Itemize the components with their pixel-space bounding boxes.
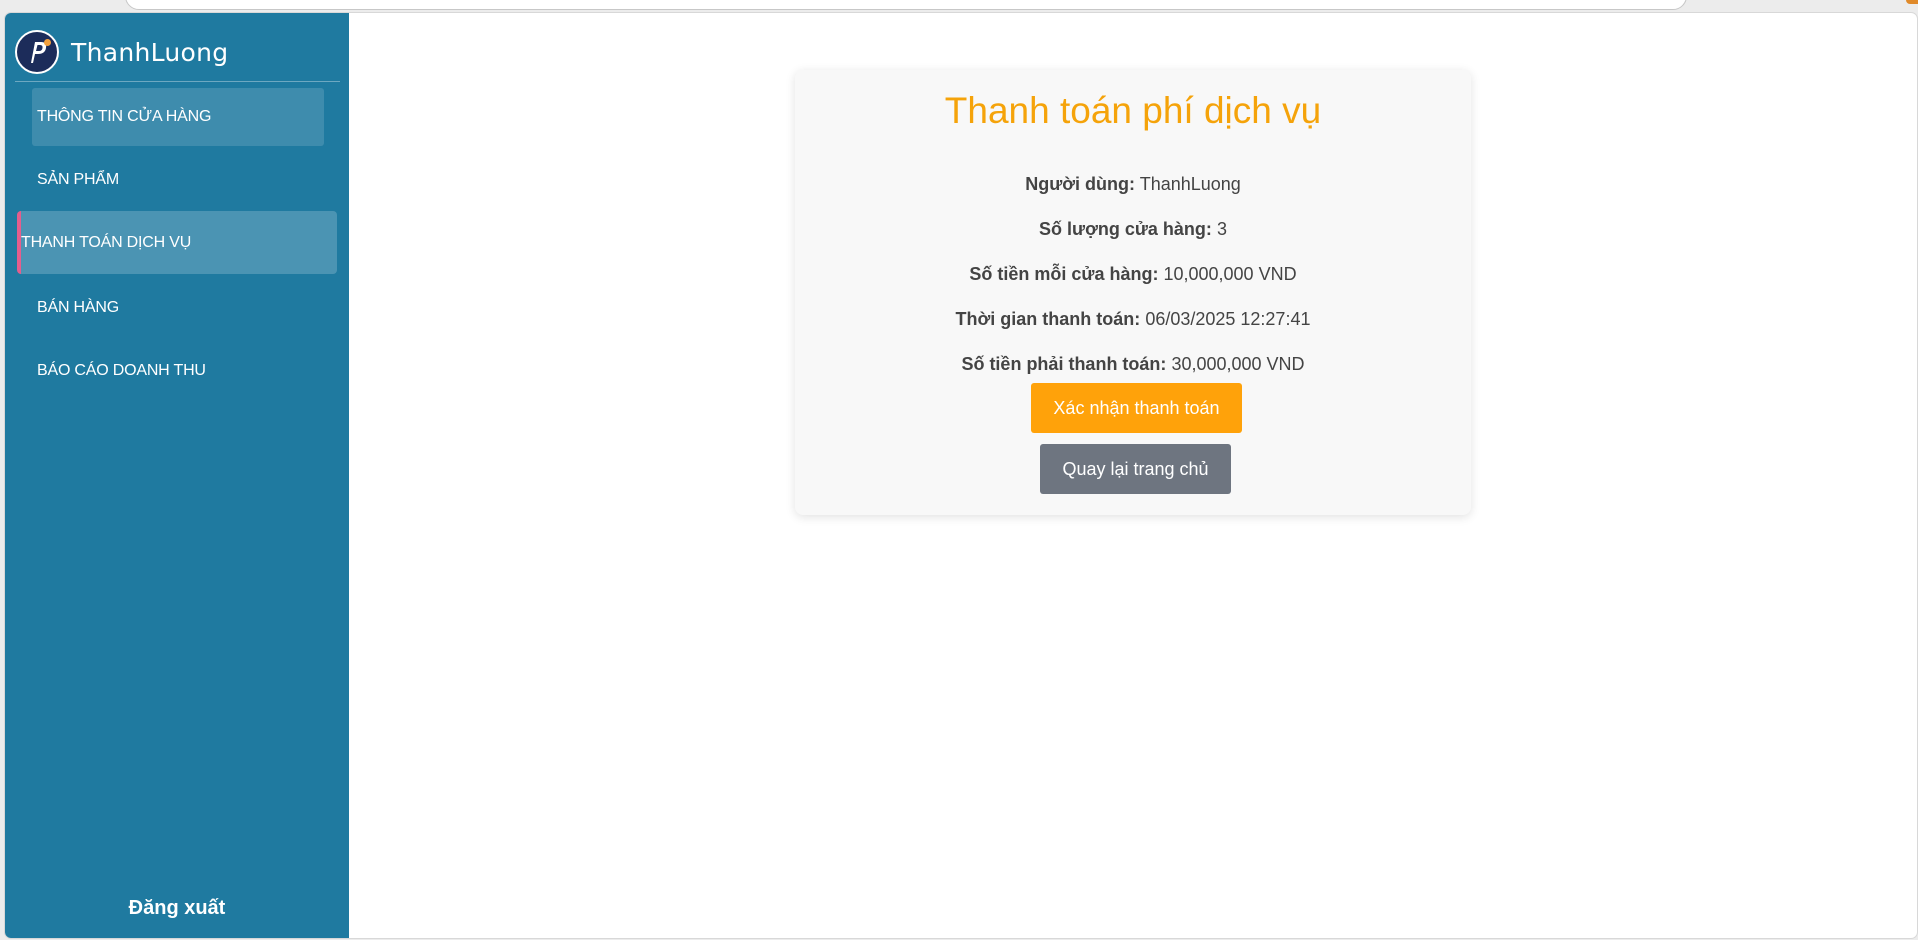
sidebar-item-store-info[interactable]: THÔNG TIN CỬA HÀNG (32, 88, 324, 146)
logout-link[interactable]: Đăng xuất (5, 897, 349, 920)
info-value: 3 (1216, 219, 1227, 239)
page-title: Thanh toán phí dịch vụ (944, 90, 1322, 131)
sidebar-item-service-payment[interactable]: THANH TOÁN DỊCH VỤ (17, 211, 337, 274)
app-window: ThanhLuong THÔNG TIN CỬA HÀNG SẢN PHẨM T… (5, 13, 1917, 938)
info-row-payment-time: Thời gian thanh toán: 06/03/2025 12:27:4… (795, 309, 1471, 330)
brand: ThanhLuong (15, 23, 340, 82)
info-label: Số lượng cửa hàng: (1039, 219, 1212, 239)
logo-dot (44, 39, 51, 46)
info-label: Người dùng: (1025, 174, 1136, 194)
sidebar-item-sales[interactable]: BÁN HÀNG (32, 279, 324, 337)
info-value: ThanhLuong (1139, 174, 1241, 194)
info-value: 30,000,000 VND (1171, 354, 1305, 374)
info-row-store-count: Số lượng cửa hàng: 3 (795, 219, 1471, 240)
sidebar-item-label: THANH TOÁN DỊCH VỤ (21, 233, 192, 251)
p-logo-icon (15, 30, 59, 74)
info-label: Thời gian thanh toán: (955, 309, 1141, 329)
back-home-button[interactable]: Quay lại trang chủ (1040, 444, 1231, 494)
confirm-payment-button[interactable]: Xác nhận thanh toán (1031, 383, 1242, 433)
info-row-fee-per-store: Số tiền mỗi cửa hàng: 10,000,000 VND (795, 264, 1471, 285)
sidebar-item-label: BÁO CÁO DOANH THU (37, 362, 206, 379)
info-row-total-amount: Số tiền phải thanh toán: 30,000,000 VND (795, 354, 1471, 375)
info-value: 10,000,000 VND (1163, 264, 1297, 284)
info-label: Số tiền phải thanh toán: (961, 354, 1167, 374)
info-label: Số tiền mỗi cửa hàng: (969, 264, 1159, 284)
sidebar-item-products[interactable]: SẢN PHẨM (32, 151, 324, 209)
sidebar-item-revenue-report[interactable]: BÁO CÁO DOANH THU (32, 342, 324, 400)
browser-address-bar[interactable] (125, 0, 1687, 10)
sidebar: ThanhLuong THÔNG TIN CỬA HÀNG SẢN PHẨM T… (5, 13, 349, 938)
sidebar-item-label: THÔNG TIN CỬA HÀNG (37, 108, 212, 125)
sidebar-item-label: SẢN PHẨM (37, 171, 119, 188)
browser-extension-icon[interactable] (1906, 0, 1918, 4)
info-value: 06/03/2025 12:27:41 (1145, 309, 1311, 329)
payment-card: Thanh toán phí dịch vụ Người dùng: Thanh… (795, 70, 1471, 515)
brand-name: ThanhLuong (71, 37, 229, 67)
sidebar-item-label: BÁN HÀNG (37, 299, 119, 316)
info-row-user: Người dùng: ThanhLuong (795, 174, 1471, 195)
